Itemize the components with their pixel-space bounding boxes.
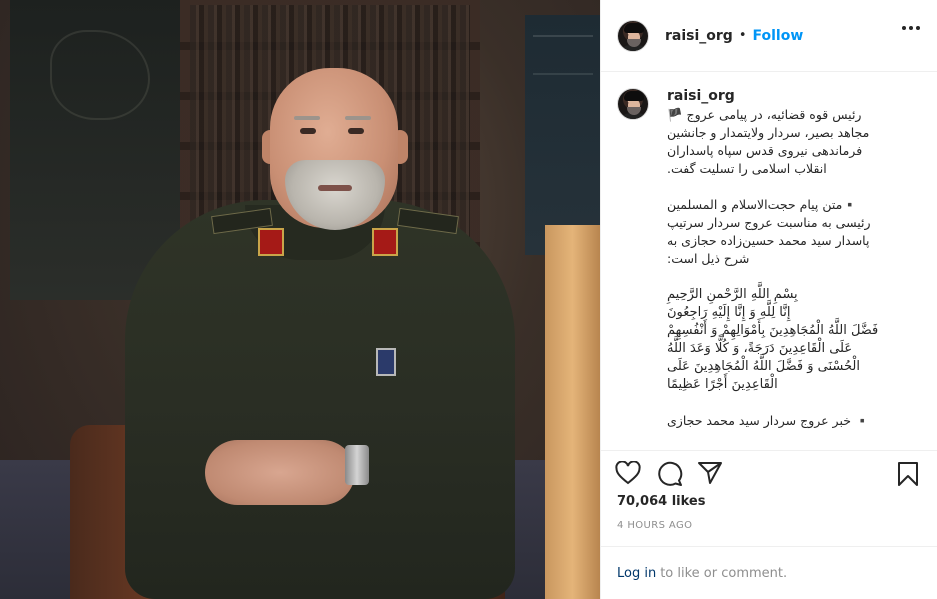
action-bar bbox=[601, 450, 937, 496]
bookmark-icon[interactable] bbox=[897, 461, 919, 487]
follow-button[interactable]: Follow bbox=[753, 28, 804, 44]
post-timestamp[interactable]: 4 HOURS AGO bbox=[617, 520, 692, 531]
name-badge bbox=[376, 348, 396, 376]
caption-paragraph: رئیس قوه قضائیه، در پیامی عروج 🏴 مجاهد ب… bbox=[667, 107, 870, 176]
clasped-hands bbox=[205, 440, 355, 505]
caption-area[interactable]: raisi_org رئیس قوه قضائیه، در پیامی عروج… bbox=[601, 72, 937, 450]
wooden-pillar bbox=[545, 225, 600, 599]
post-panel: raisi_org • Follow raisi_org رئیس قوه قض… bbox=[600, 0, 937, 599]
username-link[interactable]: raisi_org bbox=[665, 28, 733, 44]
collar-patch bbox=[258, 228, 284, 256]
post-photo[interactable] bbox=[0, 0, 600, 599]
likes-count[interactable]: 70,064 likes bbox=[617, 494, 705, 509]
separator-dot: • bbox=[738, 28, 747, 43]
caption-paragraph: ▪️ خبر عروج سردار سید محمد حجازی bbox=[667, 413, 871, 428]
background-sign bbox=[525, 15, 600, 255]
share-icon[interactable] bbox=[697, 461, 723, 485]
wristwatch bbox=[345, 445, 369, 485]
caption-avatar[interactable] bbox=[617, 88, 649, 120]
more-options-icon[interactable] bbox=[902, 26, 920, 30]
comment-footer: Log in to like or comment. bbox=[601, 546, 937, 599]
post-header: raisi_org • Follow bbox=[601, 0, 937, 72]
caption-paragraph: ▪️متن پیام حجت‌الاسلام و المسلمین رئیسی … bbox=[667, 197, 871, 266]
footer-text: to like or comment. bbox=[660, 565, 788, 581]
caption-verse: بِسْمِ اللَّهِ الرَّحْمنِ الرَّحِیمِ إِن… bbox=[667, 287, 879, 392]
heart-icon[interactable] bbox=[615, 461, 641, 485]
collar-patch bbox=[372, 228, 398, 256]
caption-text: رئیس قوه قضائیه، در پیامی عروج 🏴 مجاهد ب… bbox=[667, 106, 907, 430]
caption-username-link[interactable]: raisi_org bbox=[667, 88, 907, 104]
login-link[interactable]: Log in bbox=[617, 566, 656, 581]
avatar[interactable] bbox=[617, 19, 649, 52]
comment-icon[interactable] bbox=[657, 461, 683, 487]
